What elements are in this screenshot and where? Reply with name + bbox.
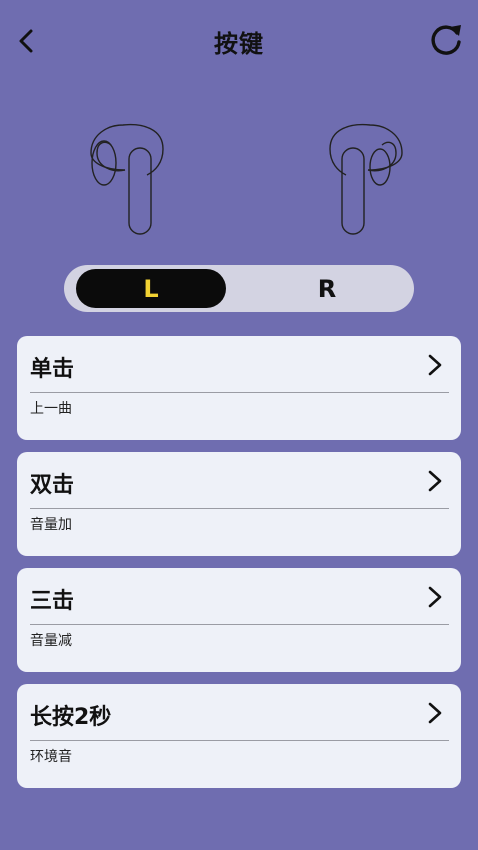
divider [30,624,449,625]
gesture-action: 上一曲 [30,401,72,417]
gesture-label: 长按2秒 [30,705,112,730]
gesture-label: 双击 [30,473,75,498]
header-bar: 按键 [0,0,478,84]
divider [30,508,449,509]
triple-tap-setting[interactable]: 三击 音量减 [17,568,461,672]
double-tap-setting[interactable]: 双击 音量加 [17,452,461,556]
chevron-right-icon [428,354,442,376]
chevron-right-icon [428,470,442,492]
refresh-icon[interactable] [426,20,466,60]
chevron-right-icon [428,702,442,724]
right-side-tab[interactable]: R [252,269,402,308]
right-earbud-icon [329,123,403,235]
gesture-label: 三击 [30,589,75,614]
left-earbud-icon [90,123,164,235]
divider [30,740,449,741]
earbud-side-toggle: L R [64,265,414,312]
left-side-tab[interactable]: L [76,269,226,308]
long-press-setting[interactable]: 长按2秒 环境音 [17,684,461,788]
gesture-action: 环境音 [30,749,72,765]
chevron-right-icon [428,586,442,608]
gesture-action: 音量减 [30,633,72,649]
divider [30,392,449,393]
page-title: 按键 [214,30,264,58]
earbuds-illustration [0,115,478,240]
gesture-action: 音量加 [30,517,72,533]
single-tap-setting[interactable]: 单击 上一曲 [17,336,461,440]
gesture-label: 单击 [30,357,75,382]
